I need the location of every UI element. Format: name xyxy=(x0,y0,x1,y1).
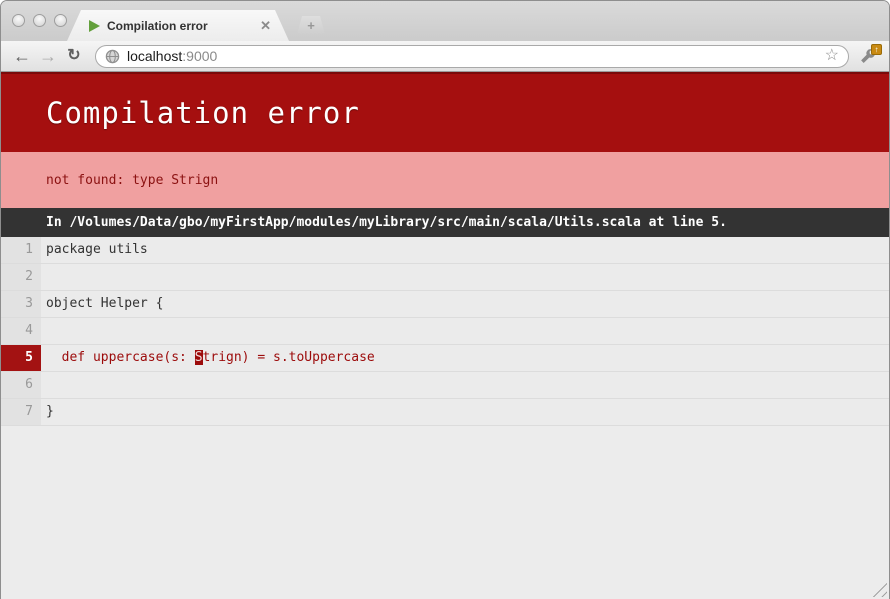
code-line: 4 xyxy=(1,318,889,345)
forward-button[interactable]: → xyxy=(35,47,61,65)
tab-strip: Compilation error ✕ + xyxy=(1,1,889,41)
error-marker: S xyxy=(195,350,203,365)
navigation-toolbar: ← → ↻ localhost:9000 ☆ ↑ xyxy=(1,41,889,72)
url-text: localhost:9000 xyxy=(127,48,819,64)
code-text: def uppercase(s: Strign) = s.toUppercase xyxy=(41,345,889,371)
error-location: In /Volumes/Data/gbo/myFirstApp/modules/… xyxy=(46,215,727,230)
update-badge-icon: ↑ xyxy=(871,44,882,55)
error-message-banner: not found: type Strign xyxy=(1,152,889,208)
code-listing: 1package utils23object Helper {45 def up… xyxy=(1,237,889,426)
code-line: 5 def uppercase(s: Strign) = s.toUpperca… xyxy=(1,345,889,372)
error-title-banner: Compilation error xyxy=(1,72,889,152)
traffic-lights xyxy=(12,14,67,27)
line-number: 3 xyxy=(1,291,41,317)
line-number: 7 xyxy=(1,399,41,425)
line-number: 4 xyxy=(1,318,41,344)
page-content: Compilation error not found: type Strign… xyxy=(1,72,889,599)
code-line: 7} xyxy=(1,399,889,426)
line-number: 1 xyxy=(1,237,41,263)
code-line: 3object Helper { xyxy=(1,291,889,318)
chrome-menu-button[interactable]: ↑ xyxy=(859,46,881,66)
tab-close-icon[interactable]: ✕ xyxy=(260,19,271,32)
error-message: not found: type Strign xyxy=(46,173,218,188)
line-number: 5 xyxy=(1,345,41,371)
new-tab-button[interactable]: + xyxy=(297,16,325,34)
code-text xyxy=(41,264,889,290)
code-line: 1package utils xyxy=(1,237,889,264)
tab-title: Compilation error xyxy=(107,19,253,33)
url-port: :9000 xyxy=(182,48,217,64)
close-window-button[interactable] xyxy=(12,14,25,27)
url-host: localhost xyxy=(127,48,182,64)
error-location-bar: In /Volumes/Data/gbo/myFirstApp/modules/… xyxy=(1,208,889,237)
bookmark-star-icon[interactable]: ☆ xyxy=(825,48,839,64)
code-text xyxy=(41,372,889,398)
code-text: } xyxy=(41,399,889,425)
play-framework-icon xyxy=(89,20,100,32)
code-text xyxy=(41,318,889,344)
tab-compilation-error[interactable]: Compilation error ✕ xyxy=(67,10,289,41)
line-number: 6 xyxy=(1,372,41,398)
line-number: 2 xyxy=(1,264,41,290)
globe-icon xyxy=(105,49,120,64)
code-line: 2 xyxy=(1,264,889,291)
browser-window: Compilation error ✕ + ← → ↻ localhost:90… xyxy=(0,0,890,599)
zoom-window-button[interactable] xyxy=(54,14,67,27)
reload-button[interactable]: ↻ xyxy=(61,48,87,64)
back-button[interactable]: ← xyxy=(9,47,35,65)
minimize-window-button[interactable] xyxy=(33,14,46,27)
address-bar[interactable]: localhost:9000 ☆ xyxy=(95,45,849,68)
code-text: package utils xyxy=(41,237,889,263)
code-line: 6 xyxy=(1,372,889,399)
code-text: object Helper { xyxy=(41,291,889,317)
error-title: Compilation error xyxy=(46,96,360,130)
